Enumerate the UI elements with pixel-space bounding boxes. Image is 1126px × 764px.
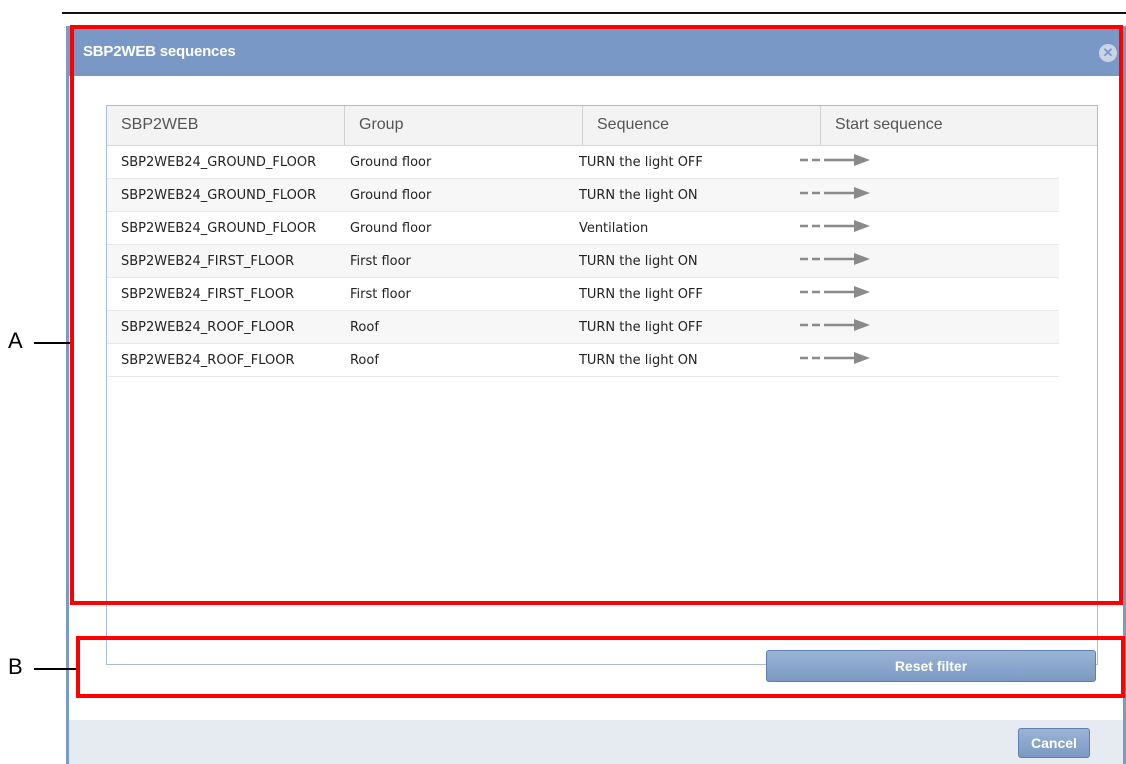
callout-leader-b	[34, 668, 76, 670]
callout-leader-a	[34, 342, 70, 344]
callout-label-b: B	[8, 654, 23, 679]
callout-box-b	[76, 636, 1125, 698]
dialog-button-bar: Cancel	[69, 720, 1123, 764]
page: SBP2WEB sequences ✕ SBP2WEB Group Sequen…	[0, 0, 1126, 764]
callout-box-a	[70, 25, 1123, 605]
top-divider	[62, 12, 1126, 14]
callout-label-a: A	[8, 328, 23, 353]
cancel-button[interactable]: Cancel	[1018, 728, 1090, 758]
